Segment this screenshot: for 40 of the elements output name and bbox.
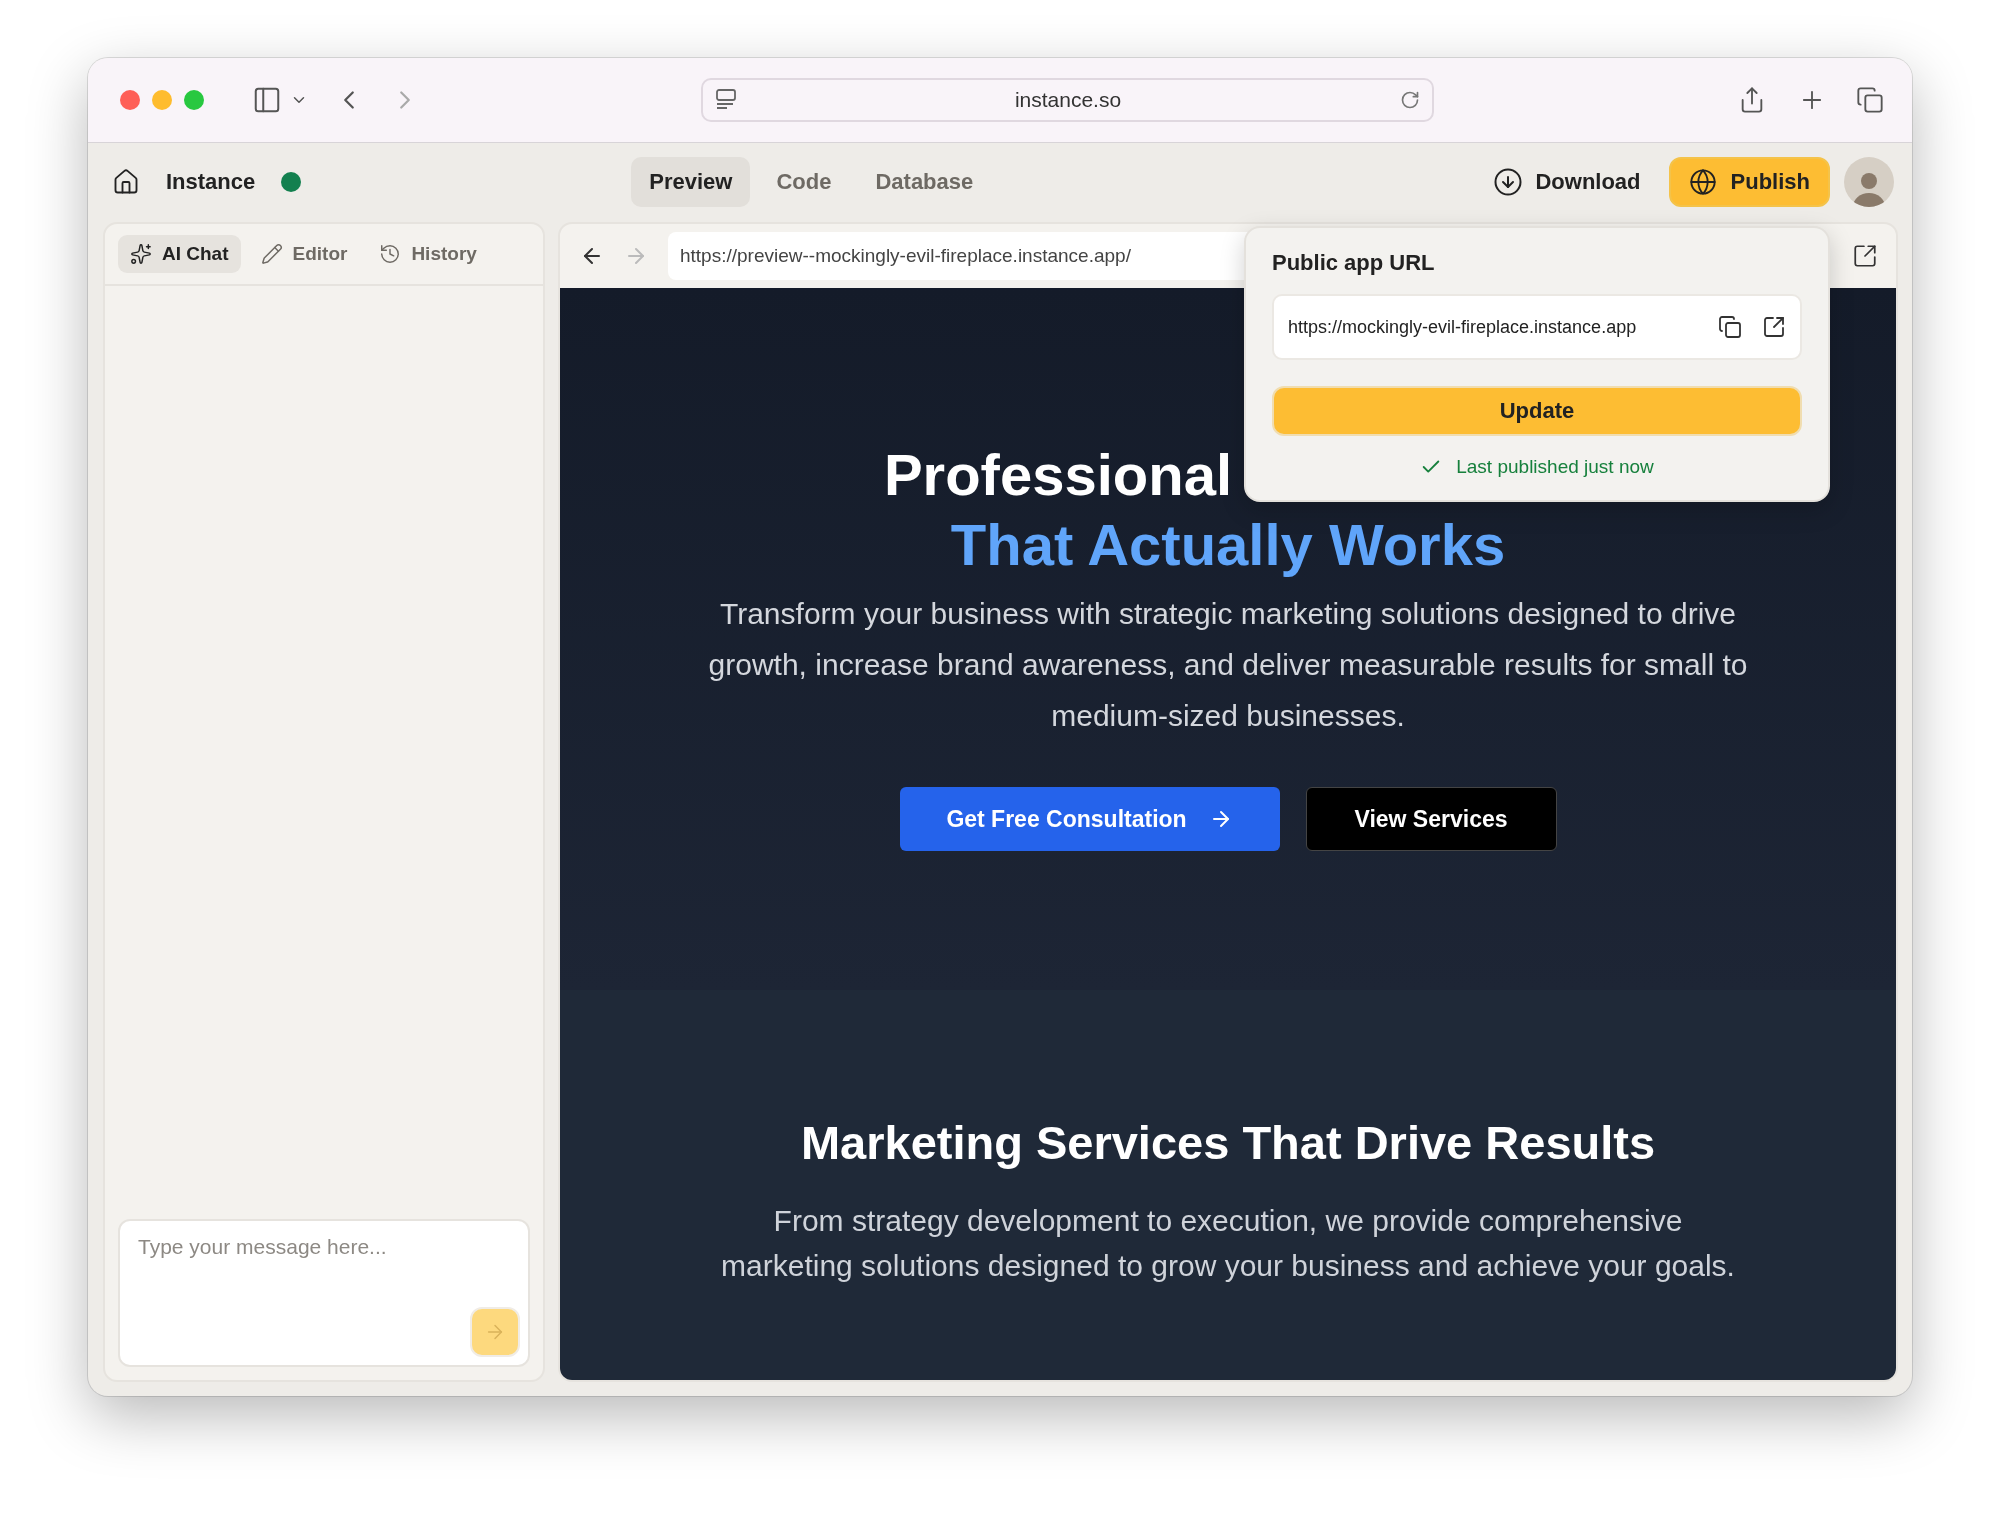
- sparkles-icon: [130, 243, 152, 265]
- public-url-text: https://mockingly-evil-fireplace.instance.app: [1288, 316, 1638, 338]
- sidebar-icon[interactable]: [252, 85, 282, 115]
- consultation-button[interactable]: Get Free Consultation: [899, 787, 1280, 851]
- close-button[interactable]: [120, 90, 140, 110]
- publish-status: Last published just now: [1456, 456, 1654, 478]
- chat-input[interactable]: Type your message here...: [120, 1221, 528, 1365]
- globe-icon: [1688, 167, 1717, 196]
- panel-tab[interactable]: Editor: [248, 235, 360, 273]
- address-text: instance.so: [1013, 88, 1123, 112]
- view-tab[interactable]: Preview: [631, 156, 751, 207]
- copy-button[interactable]: [1718, 315, 1742, 339]
- open-link-button[interactable]: [1762, 315, 1786, 339]
- download-button[interactable]: Download: [1479, 158, 1655, 205]
- hero-title: Professional: [883, 441, 1233, 509]
- view-tab[interactable]: Code: [758, 156, 850, 207]
- address-bar[interactable]: instance.so: [700, 78, 1434, 122]
- view-tab[interactable]: Database: [857, 156, 992, 207]
- tabs-icon[interactable]: [1856, 86, 1884, 114]
- app-name: Instance: [166, 168, 256, 195]
- panel-tab[interactable]: History: [367, 235, 489, 273]
- hero-text: Transform your business with strategic marketing solutions designed to drive growth, increase brand awareness, and deliver measurable results for small to medium-sized businesses.: [707, 596, 1749, 734]
- external-link-icon[interactable]: [1852, 243, 1878, 269]
- services-title: Marketing Services That Drive Results: [800, 1115, 1656, 1170]
- services-text: From strategy development to execution, we provide comprehensive marketing solutions designed to grow your business and achieve your goals.: [720, 1203, 1736, 1284]
- publish-button[interactable]: Publish: [1668, 156, 1830, 207]
- panel-tab[interactable]: AI Chat: [118, 235, 241, 273]
- view-services-button[interactable]: View Services: [1305, 787, 1557, 851]
- reload-icon[interactable]: [1399, 90, 1420, 110]
- history-icon: [379, 243, 402, 265]
- page-icon: [714, 88, 737, 112]
- download-icon: [1493, 166, 1524, 197]
- hero-title-highlight: That Actually Works: [950, 511, 1506, 579]
- home-icon[interactable]: [112, 167, 140, 196]
- public-url-field[interactable]: https://mockingly-evil-fireplace.instance.app: [1272, 294, 1802, 360]
- pencil-icon: [260, 243, 283, 265]
- avatar[interactable]: [1844, 156, 1894, 207]
- copy-icon: [1718, 315, 1742, 339]
- external-link-icon: [1762, 315, 1786, 339]
- update-button[interactable]: Update: [1272, 386, 1802, 436]
